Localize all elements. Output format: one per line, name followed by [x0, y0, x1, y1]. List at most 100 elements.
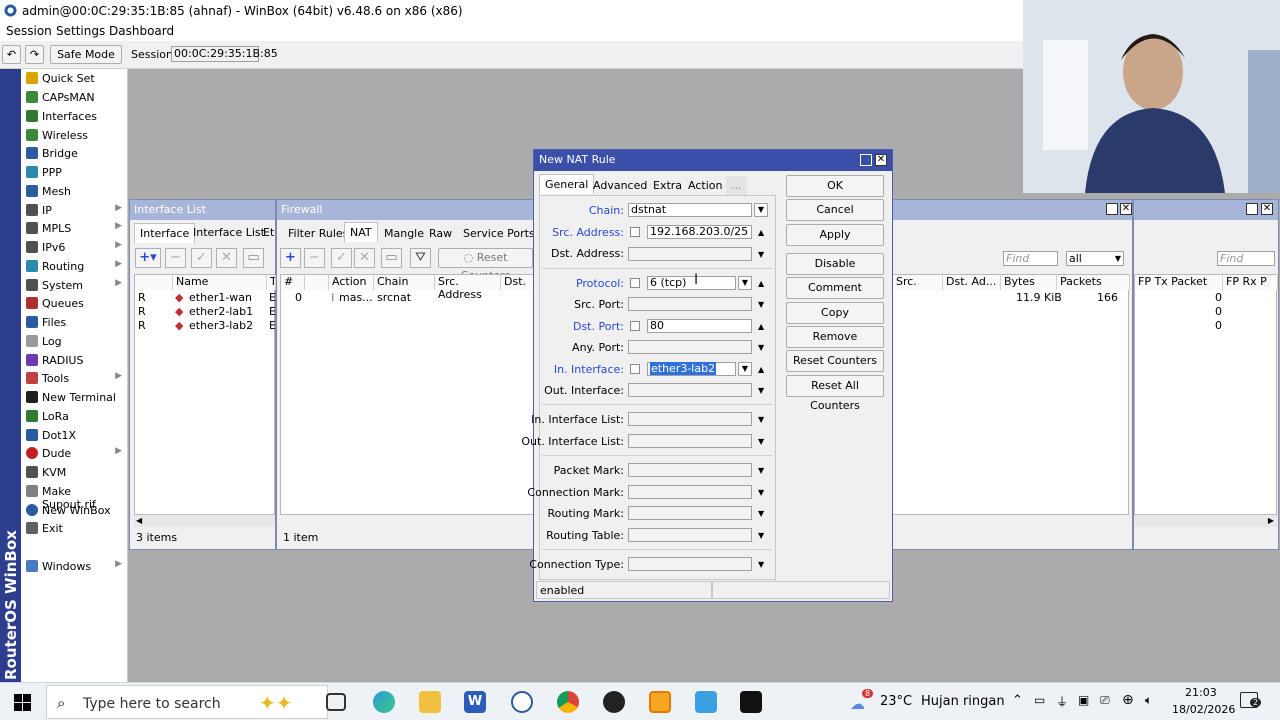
obs-icon[interactable]	[603, 691, 625, 713]
maximize-icon[interactable]	[1246, 203, 1258, 215]
remove-rule-button[interactable]: −	[304, 248, 325, 268]
dropdown-icon[interactable]: ▼	[758, 415, 764, 424]
connection-type-field[interactable]	[628, 557, 752, 571]
tab-filter-rules[interactable]: Filter Rules	[283, 224, 353, 244]
sidebar-item-system[interactable]: System ▶	[24, 276, 128, 294]
comment-button[interactable]: Comment	[786, 277, 884, 299]
column-header-type[interactable]: T	[267, 275, 276, 290]
vmware-icon[interactable]	[649, 691, 671, 713]
table-row[interactable]: R ◆ ether2-lab1 E	[135, 304, 276, 318]
collapse-icon[interactable]: ▲	[758, 365, 764, 374]
sidebar-item-interfaces[interactable]: Interfaces	[24, 107, 128, 125]
chain-select[interactable]: dstnat	[628, 203, 752, 217]
column-header-packets[interactable]: Packets	[1057, 275, 1130, 290]
sidebar-item-queues[interactable]: Queues	[24, 294, 128, 312]
sidebar-item-radius[interactable]: RADIUS	[24, 351, 128, 369]
dropdown-icon[interactable]: ▼	[758, 488, 764, 497]
sidebar-item-tools[interactable]: Tools ▶	[24, 369, 128, 387]
word-icon[interactable]: W	[464, 691, 486, 713]
column-header-bytes[interactable]: Bytes	[1001, 275, 1057, 290]
tab-nat[interactable]: NAT	[344, 222, 378, 242]
tab-general[interactable]: General	[539, 174, 595, 194]
in-interface-negate-checkbox[interactable]	[630, 364, 640, 374]
in-interface-list-field[interactable]	[628, 412, 752, 426]
task-view-icon[interactable]	[326, 693, 346, 711]
copy-button[interactable]: Copy	[786, 302, 884, 324]
redo-button[interactable]: ↷	[25, 45, 44, 64]
sidebar-item-lora[interactable]: LoRa	[24, 407, 128, 425]
add-rule-button[interactable]: +	[280, 248, 301, 268]
column-header-fp-rx-packet[interactable]: FP Rx P	[1223, 275, 1278, 290]
horizontal-scrollbar[interactable]: ◀	[134, 515, 275, 527]
close-icon[interactable]: ✕	[1261, 203, 1273, 215]
sidebar-item-log[interactable]: Log	[24, 332, 128, 350]
in-interface-select[interactable]: ether3-lab2	[647, 362, 736, 376]
sidebar-item-mpls[interactable]: MPLS ▶	[24, 219, 128, 237]
src-address-field[interactable]: 192.168.203.0/25	[647, 225, 752, 239]
find-input[interactable]: Find	[1003, 251, 1058, 266]
menu-dashboard[interactable]: Dashboard	[109, 24, 174, 38]
cancel-button[interactable]: Cancel	[786, 199, 884, 221]
src-address-negate-checkbox[interactable]	[630, 227, 640, 237]
safe-mode-button[interactable]: Safe Mode	[50, 45, 122, 64]
chrome-icon[interactable]	[557, 691, 579, 713]
maximize-icon[interactable]	[1106, 203, 1118, 215]
connection-mark-field[interactable]	[628, 485, 752, 499]
remove-button[interactable]: Remove	[786, 326, 884, 348]
apply-button[interactable]: Apply	[786, 224, 884, 246]
in-interface-dropdown-icon[interactable]: ▼	[738, 362, 752, 376]
meet-icon[interactable]: ▣	[1078, 693, 1089, 707]
edge-icon[interactable]	[373, 691, 395, 713]
dropdown-icon[interactable]: ▼	[758, 386, 764, 395]
sidebar-item-make-supout[interactable]: Make Supout.rif	[24, 482, 128, 511]
column-header-number[interactable]: #	[281, 275, 305, 290]
sidebar-item-new-winbox[interactable]: New WinBox	[24, 501, 128, 519]
routing-table-field[interactable]	[628, 528, 752, 542]
dropdown-icon[interactable]: ▼	[758, 560, 764, 569]
comment-button[interactable]: ▭	[243, 248, 264, 268]
sidebar-item-dude[interactable]: Dude ▶	[24, 444, 128, 462]
enable-button[interactable]: ✓	[191, 248, 212, 268]
windows-start-icon[interactable]	[14, 694, 31, 711]
sidebar-item-kvm[interactable]: KVM	[24, 463, 128, 481]
dropdown-icon[interactable]: ▼	[758, 509, 764, 518]
sidebar-item-routing[interactable]: Routing ▶	[24, 257, 128, 275]
undo-button[interactable]: ↶	[2, 45, 21, 64]
clock-time[interactable]: 21:03	[1185, 686, 1217, 699]
chain-dropdown-icon[interactable]: ▼	[754, 203, 768, 217]
column-header-chain[interactable]: Chain	[374, 275, 435, 290]
sidebar-item-exit[interactable]: Exit	[24, 519, 128, 537]
sidebar-item-quick-set[interactable]: Quick Set	[24, 69, 128, 87]
sidebar-item-mesh[interactable]: Mesh	[24, 182, 128, 200]
column-header-fp-tx-packet[interactable]: FP Tx Packet (p/s)	[1135, 275, 1223, 290]
protocol-dropdown-icon[interactable]: ▼	[738, 276, 752, 290]
sidebar-item-ppp[interactable]: PPP	[24, 163, 128, 181]
add-button[interactable]: +▾	[135, 248, 161, 268]
filter-button[interactable]: ⛛	[410, 248, 431, 268]
disable-button[interactable]: Disable	[786, 253, 884, 275]
sidebar-item-capsman[interactable]: CAPsMAN	[24, 88, 128, 106]
src-port-field[interactable]	[628, 297, 752, 311]
reset-all-counters-button[interactable]: Reset All Counters	[786, 375, 884, 412]
sidebar-item-wireless[interactable]: Wireless	[24, 126, 128, 144]
dropdown-icon[interactable]: ▼	[758, 531, 764, 540]
usb-icon[interactable]: ⏚	[1056, 693, 1068, 710]
close-icon[interactable]: ✕	[1120, 203, 1132, 215]
any-port-field[interactable]	[628, 340, 752, 354]
find-input[interactable]: Find	[1217, 251, 1275, 266]
sidebar-item-ipv6[interactable]: IPv6 ▶	[24, 238, 128, 256]
tab-advanced[interactable]: Advanced	[588, 176, 652, 196]
table-row[interactable]: R ◆ ether1-wan E	[135, 290, 276, 304]
maximize-icon[interactable]	[860, 154, 872, 166]
filter-select[interactable]: all ▼	[1066, 251, 1124, 266]
dropdown-icon[interactable]: ▼	[758, 250, 764, 259]
disable-button[interactable]: ✕	[216, 248, 237, 268]
tab-action[interactable]: Action	[683, 176, 727, 196]
packet-mark-field[interactable]	[628, 463, 752, 477]
tab-ethernet[interactable]: Et	[258, 223, 276, 243]
protocol-negate-checkbox[interactable]	[630, 278, 640, 288]
weather-icon[interactable]: ☁ 8	[850, 689, 874, 713]
dst-port-negate-checkbox[interactable]	[630, 321, 640, 331]
horizontal-scrollbar[interactable]: ▶	[1134, 515, 1277, 527]
column-header-name[interactable]: Name	[173, 275, 267, 290]
